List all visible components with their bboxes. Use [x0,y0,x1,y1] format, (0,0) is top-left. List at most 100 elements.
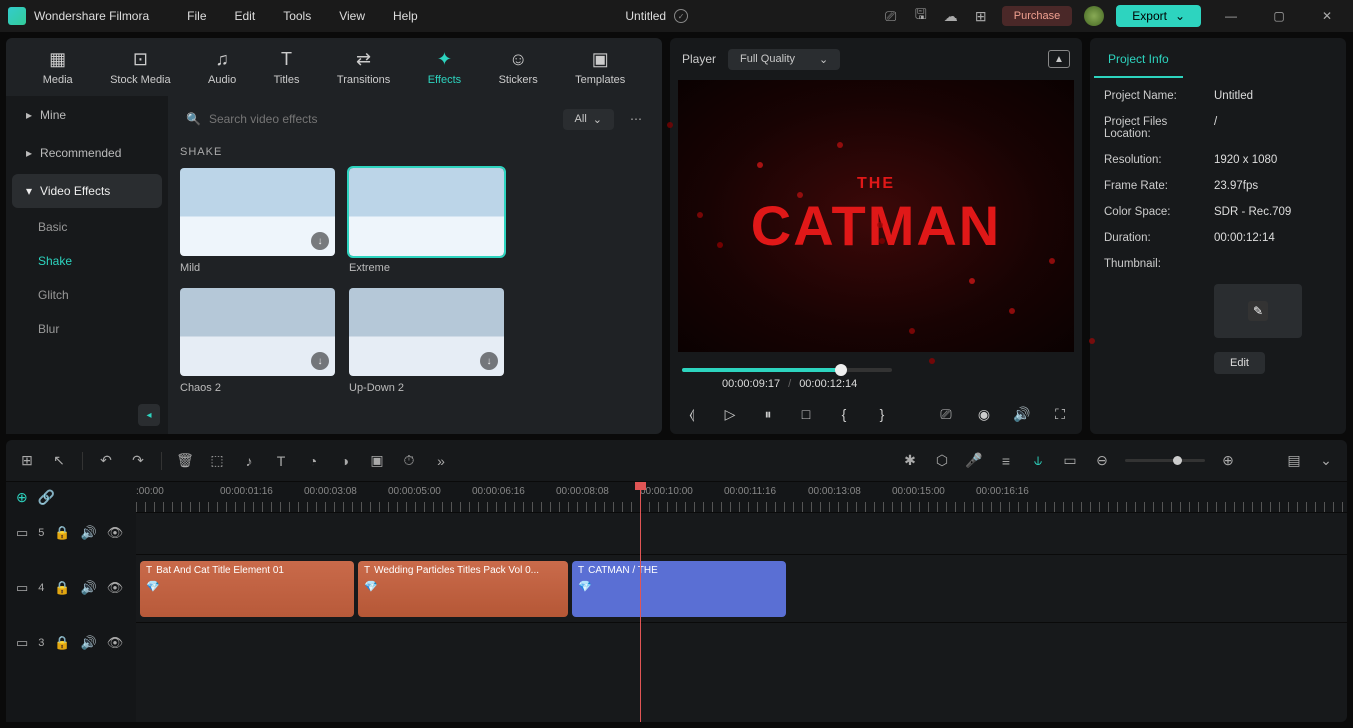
redo-button[interactable]: ↷ [129,452,147,470]
crop-button[interactable]: ⬚ [208,452,226,470]
more-icon[interactable]: ⋯ [622,108,650,130]
display-icon[interactable]: ⎚ [936,404,956,424]
tl-a-icon[interactable]: ✱ [901,452,919,470]
stop-button[interactable]: □ [796,404,816,424]
tab-titles[interactable]: TTitles [274,49,300,86]
effect-extreme[interactable]: Extreme [349,168,504,274]
eye-icon[interactable]: 👁 [107,635,124,651]
fullscreen-icon[interactable]: ⛶ [1050,404,1070,424]
sidebar-sub-shake[interactable]: Shake [6,244,168,278]
sound-icon[interactable]: 🔊 [81,580,97,596]
text-icon[interactable]: T [272,452,290,470]
speed-icon[interactable]: ◔ [304,452,322,470]
playhead[interactable] [640,482,641,722]
tl-magnet-icon[interactable]: ⫝ [1029,452,1047,470]
eye-icon[interactable]: 👁 [107,580,124,596]
more-tools-icon[interactable]: » [432,452,450,470]
track-head-5[interactable]: ▭5🔒🔊👁 [6,512,136,554]
minimize-button[interactable]: — [1213,4,1249,28]
menu-help[interactable]: Help [379,9,432,23]
tl-add-icon[interactable]: ⊕ [16,489,28,506]
track-row-3[interactable] [136,622,1347,664]
clip-wedding-particles[interactable]: TWedding Particles Titles Pack Vol 0...💎 [358,561,568,617]
scrub-handle[interactable] [835,364,847,376]
clip-bat-and-cat[interactable]: TBat And Cat Title Element 01💎 [140,561,354,617]
zoom-out-button[interactable]: ⊖ [1093,452,1111,470]
tl-dash-icon[interactable]: ⊞ [18,452,36,470]
sidebar-collapse-button[interactable]: ◂ [138,404,160,426]
tab-audio[interactable]: ♫Audio [208,49,236,86]
filter-dropdown[interactable]: All⌄ [563,109,614,130]
tl-frame-icon[interactable]: ▭ [1061,452,1079,470]
tab-media[interactable]: ▦Media [43,49,73,86]
user-avatar[interactable] [1084,6,1104,26]
tl-mic-icon[interactable]: 🎤 [965,452,983,470]
search-input[interactable] [209,112,549,126]
save-icon[interactable]: 🖫 [912,7,930,25]
sound-icon[interactable]: 🔊 [81,635,97,651]
screen-icon[interactable]: ⎚ [882,7,900,25]
color-icon[interactable]: ◑ [336,452,354,470]
sidebar-sub-basic[interactable]: Basic [6,210,168,244]
pause-button[interactable]: ⏸ [758,404,778,424]
thumbnail-box[interactable]: ✎ [1214,284,1302,338]
sidebar-sub-blur[interactable]: Blur [6,312,168,346]
tl-link-icon[interactable]: 🔗 [38,489,55,506]
track-head-3[interactable]: ▭3🔒🔊👁 [6,622,136,664]
eye-icon[interactable]: 👁 [107,525,124,541]
lock-icon[interactable]: 🔒 [54,580,70,596]
sound-icon[interactable]: 🔊 [81,525,97,541]
clip-catman[interactable]: TCATMAN / THE💎 [572,561,786,617]
effect-chaos-2[interactable]: ↓ Chaos 2 [180,288,335,394]
mark-in-button[interactable]: { [834,404,854,424]
zoom-slider[interactable] [1125,459,1205,462]
snapshot-icon[interactable]: ▲ [1048,50,1070,68]
sidebar-item-recommended[interactable]: ▸Recommended [12,136,162,170]
delete-button[interactable]: 🗑 [176,452,194,470]
tl-select-icon[interactable]: ↖ [50,452,68,470]
purchase-button[interactable]: Purchase [1002,6,1072,26]
track-row-5[interactable] [136,512,1347,554]
maximize-button[interactable]: ▢ [1261,4,1297,28]
export-button[interactable]: Export⌄ [1116,5,1201,27]
sidebar-item-video-effects[interactable]: ▾Video Effects [12,174,162,208]
close-button[interactable]: ✕ [1309,4,1345,28]
tl-view-icon[interactable]: ▤ [1285,452,1303,470]
apps-icon[interactable]: ⊞ [972,7,990,25]
download-icon[interactable]: ↓ [311,352,329,370]
tl-marker-icon[interactable]: ⬡ [933,452,951,470]
edit-button[interactable]: Edit [1214,352,1265,374]
camera-icon[interactable]: ◉ [974,404,994,424]
track-row-4[interactable]: TBat And Cat Title Element 01💎 TWedding … [136,554,1347,622]
download-icon[interactable]: ↓ [311,232,329,250]
menu-view[interactable]: View [325,9,379,23]
tl-view-chev-icon[interactable]: ⌄ [1317,452,1335,470]
project-info-tab[interactable]: Project Info [1094,42,1183,78]
mark-out-button[interactable]: } [872,404,892,424]
crop2-icon[interactable]: ▣ [368,452,386,470]
tab-transitions[interactable]: ⇄Transitions [337,49,390,86]
track-head-4[interactable]: ▭4🔒🔊👁 [6,554,136,622]
volume-icon[interactable]: 🔊 [1012,404,1032,424]
cloud-icon[interactable]: ☁ [942,7,960,25]
timer-icon[interactable]: ⏱ [400,452,418,470]
sidebar-sub-glitch[interactable]: Glitch [6,278,168,312]
tl-mixer-icon[interactable]: ≡ [997,452,1015,470]
menu-edit[interactable]: Edit [221,9,270,23]
zoom-in-button[interactable]: ⊕ [1219,452,1237,470]
tab-templates[interactable]: ▣Templates [575,49,625,86]
tab-stock-media[interactable]: ⊡Stock Media [110,49,171,86]
lock-icon[interactable]: 🔒 [54,525,70,541]
quality-dropdown[interactable]: Full Quality⌄ [728,49,840,70]
download-icon[interactable]: ↓ [480,352,498,370]
effect-up-down-2[interactable]: ↓ Up-Down 2 [349,288,504,394]
tab-effects[interactable]: ✦Effects [428,49,461,86]
menu-tools[interactable]: Tools [269,9,325,23]
effect-mild[interactable]: ↓ Mild [180,168,335,274]
sidebar-item-mine[interactable]: ▸Mine [12,98,162,132]
preview-video[interactable]: THE CATMAN [678,80,1074,352]
prev-frame-button[interactable]: ⦉ [682,404,702,424]
audio-edit-icon[interactable]: ♪ [240,452,258,470]
scrubber[interactable] [682,368,892,372]
lock-icon[interactable]: 🔒 [54,635,70,651]
